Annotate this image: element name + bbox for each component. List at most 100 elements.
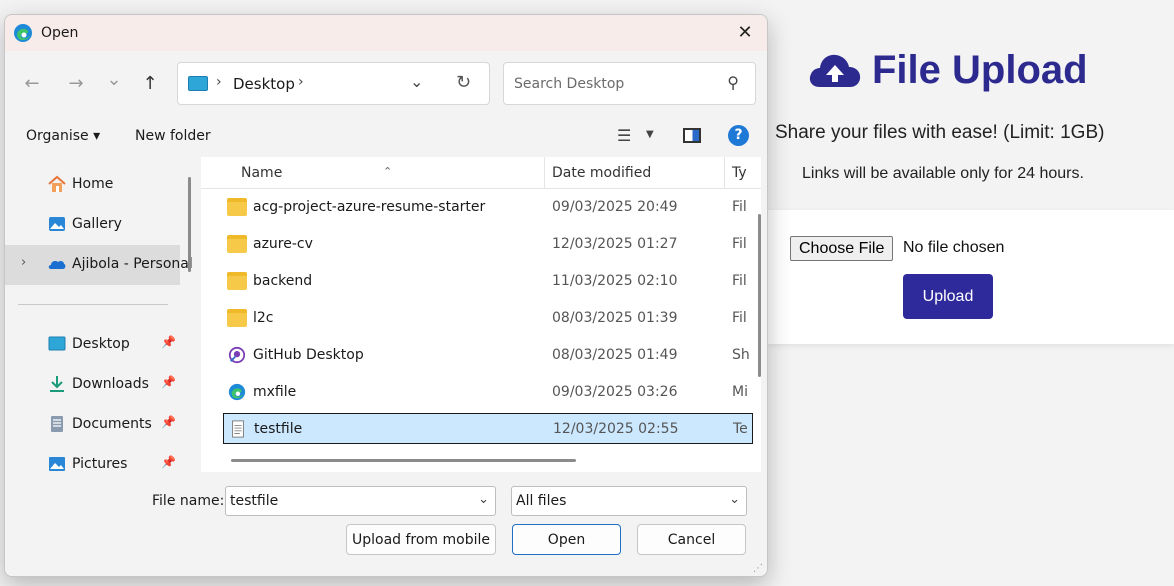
search-box[interactable]: Search Desktop ⚲ bbox=[503, 62, 756, 105]
file-date: 09/03/2025 20:49 bbox=[552, 199, 678, 215]
file-name-value[interactable]: testfile bbox=[230, 493, 278, 509]
upload-header: File Upload bbox=[808, 48, 1088, 93]
pin-icon[interactable]: 📌 bbox=[161, 455, 176, 469]
chevron-down-icon[interactable]: ⌄ bbox=[478, 492, 489, 507]
column-divider[interactable] bbox=[724, 157, 725, 189]
downloads-icon bbox=[50, 376, 64, 392]
sidebar-item-label: Downloads bbox=[72, 376, 149, 392]
file-row[interactable]: backend 11/03/2025 02:10 Fil bbox=[223, 266, 753, 297]
column-header-date-modified[interactable]: Date modified bbox=[552, 165, 651, 181]
refresh-icon[interactable]: ↻ bbox=[456, 72, 471, 93]
choose-file-button[interactable]: Choose File bbox=[790, 236, 894, 261]
sidebar-item-label: Pictures bbox=[72, 456, 128, 472]
expand-chevron-icon[interactable]: › bbox=[21, 255, 26, 270]
upload-from-mobile-button[interactable]: Upload from mobile bbox=[346, 524, 496, 555]
back-arrow-icon[interactable]: ← bbox=[21, 73, 43, 94]
new-folder-button[interactable]: New folder bbox=[135, 128, 211, 144]
recent-locations-chevron-icon[interactable]: ⌄ bbox=[103, 69, 125, 90]
file-row-selected[interactable]: testfile 12/03/2025 02:55 Te bbox=[223, 413, 753, 444]
file-status-text: No file chosen bbox=[903, 239, 1005, 256]
file-list-vertical-scrollbar[interactable] bbox=[758, 214, 761, 377]
close-icon[interactable]: ✕ bbox=[735, 23, 755, 43]
dialog-footer: File name: testfile ⌄ All files ⌄ Upload… bbox=[5, 472, 767, 576]
upload-card: Choose File No file chosen Upload bbox=[768, 210, 1174, 344]
file-list-horizontal-scrollbar[interactable] bbox=[231, 459, 576, 462]
file-type: Mi bbox=[732, 384, 748, 400]
page-title: File Upload bbox=[872, 48, 1088, 92]
file-name: backend bbox=[253, 273, 313, 289]
expiry-note: Links will be available only for 24 hour… bbox=[802, 165, 1084, 182]
edge-icon bbox=[228, 383, 246, 401]
resize-grip-icon[interactable]: ⋰ bbox=[753, 563, 763, 574]
sidebar-item-gallery[interactable]: Gallery bbox=[5, 205, 180, 243]
onedrive-icon bbox=[48, 260, 66, 269]
pin-icon[interactable]: 📌 bbox=[161, 375, 176, 389]
page-subtitle: Share your files with ease! (Limit: 1GB) bbox=[775, 122, 1105, 143]
github-desktop-icon bbox=[228, 346, 246, 364]
file-date: 09/03/2025 03:26 bbox=[552, 384, 678, 400]
up-arrow-icon[interactable]: ↑ bbox=[139, 73, 161, 94]
cloud-upload-icon bbox=[809, 54, 861, 87]
text-file-icon bbox=[232, 420, 244, 438]
file-row[interactable]: l2c 08/03/2025 01:39 Fil bbox=[223, 303, 753, 334]
column-header-name[interactable]: Name bbox=[241, 165, 282, 181]
column-divider[interactable] bbox=[544, 157, 545, 189]
file-row[interactable]: GitHub Desktop 08/03/2025 01:49 Sh bbox=[223, 340, 753, 371]
address-bar[interactable]: › Desktop › ⌄ ↻ bbox=[177, 62, 490, 105]
column-header-row: ⌃ Name Date modified Ty bbox=[201, 157, 761, 189]
file-row[interactable]: acg-project-azure-resume-starter 09/03/2… bbox=[223, 192, 753, 223]
upload-button[interactable]: Upload bbox=[903, 274, 993, 319]
file-type: Fil bbox=[732, 310, 747, 326]
sidebar-item-label: Ajibola - Personal bbox=[72, 256, 193, 272]
dialog-title: Open bbox=[41, 25, 79, 41]
address-dropdown-icon[interactable]: ⌄ bbox=[410, 72, 423, 91]
sidebar-item-documents[interactable]: Documents 📌 bbox=[5, 405, 180, 443]
pin-icon[interactable]: 📌 bbox=[161, 415, 176, 429]
search-input[interactable]: Search Desktop bbox=[514, 76, 624, 92]
view-dropdown-icon[interactable]: ▼ bbox=[646, 129, 654, 140]
breadcrumb-desktop[interactable]: Desktop bbox=[233, 75, 295, 93]
chevron-down-icon[interactable]: ⌄ bbox=[729, 492, 740, 507]
file-type: Te bbox=[733, 421, 748, 437]
file-date: 11/03/2025 02:10 bbox=[552, 273, 678, 289]
pin-icon[interactable]: 📌 bbox=[161, 335, 176, 349]
column-header-type[interactable]: Ty bbox=[732, 165, 747, 181]
sidebar-item-pictures[interactable]: Pictures 📌 bbox=[5, 445, 180, 472]
sidebar-item-onedrive[interactable]: › Ajibola - Personal bbox=[5, 245, 193, 285]
file-date: 12/03/2025 01:27 bbox=[552, 236, 678, 252]
file-type: Sh bbox=[732, 347, 750, 363]
sidebar-item-desktop[interactable]: Desktop 📌 bbox=[5, 325, 180, 363]
sidebar-item-label: Desktop bbox=[72, 336, 130, 352]
sidebar-item-home[interactable]: Home bbox=[5, 165, 180, 203]
file-type: Fil bbox=[732, 273, 747, 289]
file-name-input[interactable]: testfile ⌄ bbox=[225, 486, 496, 516]
sidebar-divider bbox=[18, 304, 168, 305]
breadcrumb-separator[interactable]: › bbox=[298, 74, 304, 90]
file-row[interactable]: mxfile 09/03/2025 03:26 Mi bbox=[223, 377, 753, 408]
sidebar-scrollbar[interactable] bbox=[188, 177, 191, 272]
open-file-dialog: Open ✕ ← → ⌄ ↑ › Desktop › ⌄ ↻ Search De… bbox=[4, 14, 768, 577]
file-list: ⌃ Name Date modified Ty acg-project-azur… bbox=[201, 157, 761, 472]
forward-arrow-icon[interactable]: → bbox=[65, 73, 87, 94]
command-bar: Organise ▾ New folder ☰ ▼ ? bbox=[5, 115, 767, 157]
edge-icon bbox=[14, 24, 32, 42]
home-icon bbox=[48, 175, 66, 192]
navigation-bar: ← → ⌄ ↑ › Desktop › ⌄ ↻ Search Desktop ⚲ bbox=[5, 51, 767, 115]
file-type-filter[interactable]: All files ⌄ bbox=[511, 486, 747, 516]
file-type-filter-value[interactable]: All files bbox=[516, 493, 566, 509]
search-icon[interactable]: ⚲ bbox=[727, 73, 739, 92]
file-date: 08/03/2025 01:49 bbox=[552, 347, 678, 363]
open-button[interactable]: Open bbox=[512, 524, 621, 555]
sidebar-item-downloads[interactable]: Downloads 📌 bbox=[5, 365, 180, 403]
cancel-button[interactable]: Cancel bbox=[637, 524, 746, 555]
folder-icon bbox=[227, 198, 247, 216]
organise-menu[interactable]: Organise ▾ bbox=[26, 128, 100, 144]
file-row[interactable]: azure-cv 12/03/2025 01:27 Fil bbox=[223, 229, 753, 260]
dialog-titlebar[interactable]: Open ✕ bbox=[5, 15, 767, 51]
navigation-pane: Home Gallery › Ajibola - Personal Deskto… bbox=[5, 157, 193, 472]
help-icon[interactable]: ? bbox=[728, 125, 749, 146]
preview-pane-icon[interactable] bbox=[683, 128, 701, 143]
view-options-icon[interactable]: ☰ bbox=[617, 126, 631, 145]
sidebar-item-label: Gallery bbox=[72, 216, 122, 232]
folder-icon bbox=[227, 235, 247, 253]
